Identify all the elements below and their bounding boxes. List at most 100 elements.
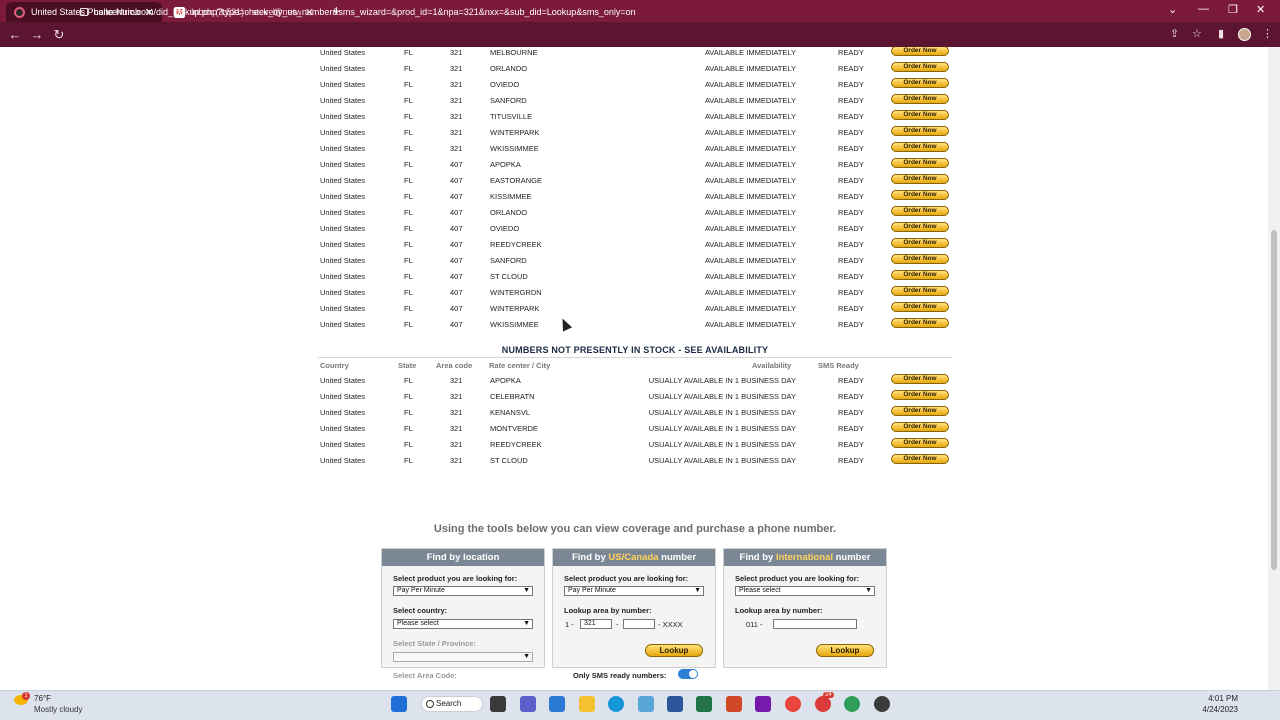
powerpoint-icon[interactable] (726, 696, 742, 712)
table-row: United States FL 321 APOPKA USUALLY AVAILABL… (318, 372, 952, 388)
chrome-profile-2-icon[interactable] (844, 696, 860, 712)
npa-input[interactable]: 321 (580, 619, 612, 629)
reload-icon[interactable]: ↻ (48, 27, 70, 43)
intl-product-select[interactable]: Please select ▼ (735, 586, 875, 596)
cell-sms-ready: READY (838, 144, 864, 153)
chrome-profile-3-icon[interactable] (874, 696, 890, 712)
cell-availability: AVAILABLE IMMEDIATELY (704, 320, 796, 329)
cell-country: United States (320, 192, 366, 201)
us-prefix: 1 - (565, 620, 574, 629)
cell-country: United States (320, 64, 366, 73)
order-now-button[interactable]: Order Now (891, 78, 949, 88)
bookmark-star-icon[interactable]: ☆ (1192, 27, 1202, 40)
state-select[interactable]: ▼ (393, 652, 533, 662)
profile-avatar[interactable] (1238, 28, 1251, 41)
onenote-icon[interactable] (755, 696, 771, 712)
weather-desc[interactable]: Mostly cloudy (34, 705, 82, 714)
not-in-stock-title: NUMBERS NOT PRESENTLY IN STOCK - SEE AVA… (501, 345, 769, 355)
menu-kebab-icon[interactable]: ⋮ (1262, 27, 1273, 40)
restore-window-icon[interactable]: ❐ (1228, 3, 1238, 16)
file-explorer-icon[interactable] (579, 696, 595, 712)
order-now-button[interactable]: Order Now (891, 422, 949, 432)
order-now-button[interactable]: Order Now (891, 270, 949, 280)
order-now-button[interactable]: Order Now (891, 454, 949, 464)
intl-lookup-button[interactable]: Lookup (816, 644, 874, 657)
order-now-button[interactable]: Order Now (891, 222, 949, 232)
word-icon[interactable] (667, 696, 683, 712)
task-view-icon[interactable] (490, 696, 506, 712)
nxx-input[interactable] (623, 619, 655, 629)
cell-state: FL (404, 424, 413, 433)
chrome-icon[interactable] (785, 696, 801, 712)
edge-browser-icon[interactable] (608, 696, 624, 712)
order-now-button[interactable]: Order Now (891, 62, 949, 72)
chrome-profile-icon[interactable] (815, 696, 831, 712)
us-suffix: - XXXX (658, 620, 683, 629)
us-lookup-button[interactable]: Lookup (645, 644, 703, 657)
cell-state: FL (404, 256, 413, 265)
cell-country: United States (320, 224, 366, 233)
excel-icon[interactable] (696, 696, 712, 712)
url-text: callcentric.com/did_lookup.php?type=chec… (94, 7, 636, 17)
order-now-button[interactable]: Order Now (891, 286, 949, 296)
select-value: Pay Per Minute (397, 587, 445, 594)
scrollbar-thumb[interactable] (1271, 230, 1277, 570)
table-row: United States FL 407 ORLANDO AVAILABLE IMMED… (318, 204, 952, 220)
taskbar-search[interactable]: Search (421, 696, 483, 712)
order-now-button[interactable]: Order Now (891, 406, 949, 416)
windows-start-icon[interactable] (391, 696, 407, 712)
cell-state: FL (404, 224, 413, 233)
order-now-button[interactable]: Order Now (891, 206, 949, 216)
order-now-button[interactable]: Order Now (891, 174, 949, 184)
intl-lookup-label: Lookup area by number: (735, 606, 823, 615)
order-now-button[interactable]: Order Now (891, 318, 949, 328)
taskbar-date[interactable]: 4/24/2023 (1202, 705, 1238, 714)
table-row: United States FL 407 WINTERGRDN AVAILABLE IM… (318, 284, 952, 300)
select-value: Please select (739, 587, 781, 594)
cell-sms-ready: READY (838, 176, 864, 185)
order-now-button[interactable]: Order Now (891, 302, 949, 312)
order-now-button[interactable]: Order Now (891, 238, 949, 248)
cell-area-code: 407 (450, 272, 463, 281)
cell-area-code: 407 (450, 256, 463, 265)
order-now-button[interactable]: Order Now (891, 110, 949, 120)
address-bar[interactable]: callcentric.com/did_lookup.php?type=chec… (80, 4, 1160, 21)
cell-availability: AVAILABLE IMMEDIATELY (704, 224, 796, 233)
country-select[interactable]: Please select ▼ (393, 619, 533, 629)
cell-area-code: 321 (450, 392, 463, 401)
chevron-down-icon: ▼ (865, 587, 872, 594)
weather-temp[interactable]: 76°F (34, 694, 51, 703)
us-product-select[interactable]: Pay Per Minute ▼ (564, 586, 704, 596)
order-now-button[interactable]: Order Now (891, 390, 949, 400)
intl-number-input[interactable] (773, 619, 857, 629)
cell-area-code: 321 (450, 48, 463, 57)
order-now-button[interactable]: Order Now (891, 158, 949, 168)
taskbar-time[interactable]: 4:01 PM (1208, 694, 1238, 703)
intl-product-label: Select product you are looking for: (735, 574, 860, 583)
tab-search-chevron-icon[interactable]: ⌄ (1168, 3, 1177, 16)
table-row: United States FL 321 WINTERPARK AVAILABLE IM… (318, 124, 952, 140)
location-product-select[interactable]: Pay Per Minute ▼ (393, 586, 533, 596)
share-icon[interactable]: ⇪ (1170, 27, 1179, 40)
order-now-button[interactable]: Order Now (891, 374, 949, 384)
teams-chat-icon[interactable] (520, 696, 536, 712)
close-window-icon[interactable]: ✕ (1256, 3, 1265, 16)
order-now-button[interactable]: Order Now (891, 94, 949, 104)
table-row: United States FL 407 REEDYCREEK AVAILABLE IM… (318, 236, 952, 252)
order-now-button[interactable]: Order Now (891, 142, 949, 152)
heading-highlight: US/Canada (608, 552, 659, 563)
sms-only-toggle[interactable] (678, 669, 698, 679)
sidebar-toggle-icon[interactable]: ▮ (1218, 27, 1224, 40)
forward-arrow-icon[interactable]: → (26, 27, 48, 42)
cell-rate-center: APOPKA (490, 160, 521, 169)
back-arrow-icon[interactable]: ← (4, 27, 26, 42)
store-icon[interactable] (549, 696, 565, 712)
order-now-button[interactable]: Order Now (891, 438, 949, 448)
order-now-button[interactable]: Order Now (891, 190, 949, 200)
order-now-button[interactable]: Order Now (891, 126, 949, 136)
order-now-button[interactable]: Order Now (891, 254, 949, 264)
photos-icon[interactable] (638, 696, 654, 712)
cell-country: United States (320, 440, 366, 449)
minimize-window-icon[interactable]: — (1198, 3, 1209, 15)
order-now-button[interactable]: Order Now (891, 47, 949, 56)
